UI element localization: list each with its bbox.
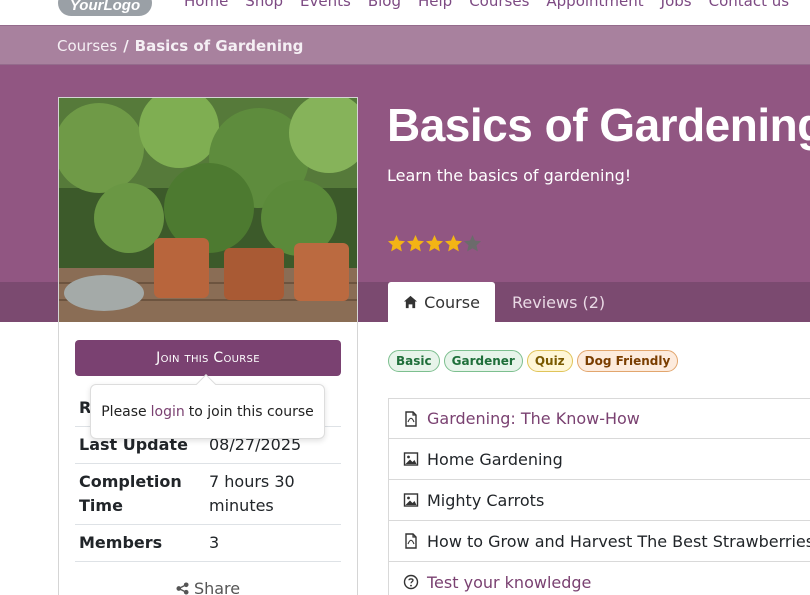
share-button[interactable]: Share [59, 579, 357, 595]
join-course-button[interactable]: Join this Course [75, 340, 341, 376]
home-icon [404, 295, 418, 309]
meta-value: 7 hours 30 minutes [205, 463, 341, 525]
popover-prefix: Please [101, 403, 147, 420]
meta-key: Completion Time [75, 463, 205, 525]
content-item-title: How to Grow and Harvest The Best Strawbe… [427, 531, 810, 551]
content-list-item[interactable]: How to Grow and Harvest The Best Strawbe… [388, 521, 810, 562]
image-icon [403, 492, 419, 508]
course-content-list: Gardening: The Know-How Home Gardening Mig… [388, 398, 810, 595]
breadcrumb-separator: / [123, 37, 129, 55]
content-list-item[interactable]: Gardening: The Know-How [388, 398, 810, 439]
nav-links: Home Shop Events Blog Help Courses Appoi… [184, 0, 789, 10]
meta-row: Completion Time 7 hours 30 minutes [75, 463, 341, 525]
nav-link-courses[interactable]: Courses [469, 0, 529, 10]
question-icon [403, 574, 419, 590]
share-label: Share [193, 579, 241, 595]
course-sidebar-card: Join this Course Responsible Last Update… [58, 97, 358, 595]
content-list-item[interactable]: Mighty Carrots [388, 480, 810, 521]
tag-badge[interactable]: Quiz [526, 350, 573, 372]
content-item-title[interactable]: Test your knowledge [427, 573, 591, 592]
rating-stars [387, 234, 482, 253]
course-title: Basics of Gardening [387, 99, 810, 151]
nav-link-jobs[interactable]: Jobs [661, 0, 692, 10]
nav-link-events[interactable]: Events [300, 0, 351, 10]
breadcrumb-current: Basics of Gardening [134, 37, 304, 55]
course-tags: Basic Gardener Quiz Dog Friendly [388, 350, 679, 372]
nav-link-blog[interactable]: Blog [368, 0, 401, 10]
content-item-title[interactable]: Gardening: The Know-How [427, 409, 640, 428]
course-subtitle: Learn the basics of gardening! [387, 166, 632, 185]
star-filled-icon [444, 234, 463, 252]
breadcrumb-bar: Courses / Basics of Gardening [0, 25, 810, 65]
popover-suffix: to join this course [188, 403, 314, 420]
top-navbar: YourLogo Home Shop Events Blog Help Cour… [0, 0, 810, 25]
login-popover: Please login to join this course [90, 374, 325, 439]
tab-course-label: Course [424, 292, 480, 312]
logo-text: YourLogo [69, 0, 141, 14]
site-logo[interactable]: YourLogo [58, 0, 152, 16]
star-filled-icon [406, 234, 425, 252]
star-filled-icon [387, 234, 406, 252]
tag-badge[interactable]: Gardener [443, 350, 523, 372]
content-list-item[interactable]: Home Gardening [388, 439, 810, 480]
nav-link-shop[interactable]: Shop [245, 0, 283, 10]
star-empty-icon [463, 234, 482, 252]
tab-course[interactable]: Course [388, 282, 495, 322]
share-icon [176, 582, 189, 595]
breadcrumb-courses[interactable]: Courses [57, 37, 117, 55]
nav-link-contact[interactable]: Contact us [709, 0, 789, 10]
tab-reviews[interactable]: Reviews (2) [512, 282, 605, 322]
content-list-item[interactable]: Test your knowledge [388, 562, 810, 595]
meta-row: Members 3 [75, 524, 341, 562]
nav-link-home[interactable]: Home [184, 0, 228, 10]
nav-link-help[interactable]: Help [418, 0, 452, 10]
tag-badge[interactable]: Dog Friendly [576, 350, 679, 372]
nav-link-appointment[interactable]: Appointment [546, 0, 643, 10]
meta-key: Members [75, 524, 205, 562]
content-item-title: Mighty Carrots [427, 490, 545, 510]
pdf-icon [403, 533, 419, 549]
breadcrumb: Courses / Basics of Gardening [57, 37, 303, 55]
login-link[interactable]: login [151, 404, 185, 420]
tag-badge[interactable]: Basic [388, 350, 440, 372]
star-filled-icon [425, 234, 444, 252]
meta-value: 3 [205, 524, 341, 562]
content-item-title: Home Gardening [427, 449, 563, 469]
course-image [59, 98, 357, 322]
image-icon [403, 451, 419, 467]
pdf-icon [403, 410, 419, 427]
